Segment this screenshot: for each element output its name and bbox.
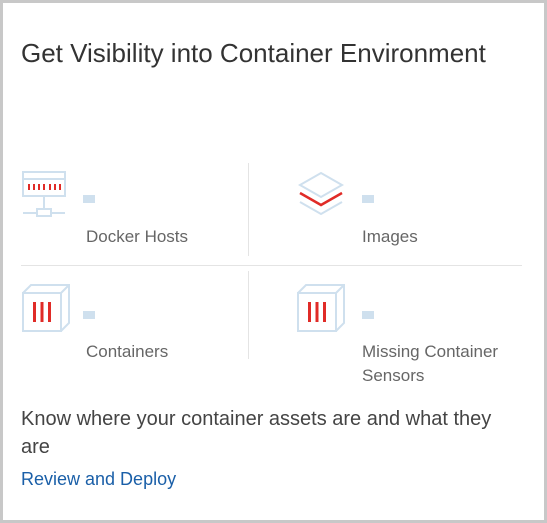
missing-sensors-value-placeholder	[362, 311, 378, 319]
docker-host-icon	[21, 169, 69, 226]
containers-label: Containers	[86, 342, 169, 361]
horizontal-divider	[21, 265, 522, 266]
docker-hosts-value-placeholder	[83, 195, 99, 203]
missing-sensors-label: Missing Container Sensors	[362, 342, 499, 385]
docker-hosts-label: Docker Hosts	[86, 227, 189, 246]
images-value-placeholder	[362, 195, 378, 203]
vertical-divider-top	[248, 163, 249, 256]
vertical-divider-bottom	[248, 271, 249, 359]
containers-value-placeholder	[83, 311, 99, 319]
container-box-icon	[296, 283, 348, 340]
card-title: Get Visibility into Container Environmen…	[21, 38, 486, 68]
review-and-deploy-link[interactable]: Review and Deploy	[21, 467, 176, 491]
images-layers-icon	[296, 169, 346, 224]
card-description: Know where your container assets are and…	[21, 408, 492, 458]
images-label: Images	[362, 227, 418, 246]
container-visibility-card: Get Visibility into Container Environmen…	[0, 0, 547, 523]
container-box-icon	[21, 283, 73, 340]
